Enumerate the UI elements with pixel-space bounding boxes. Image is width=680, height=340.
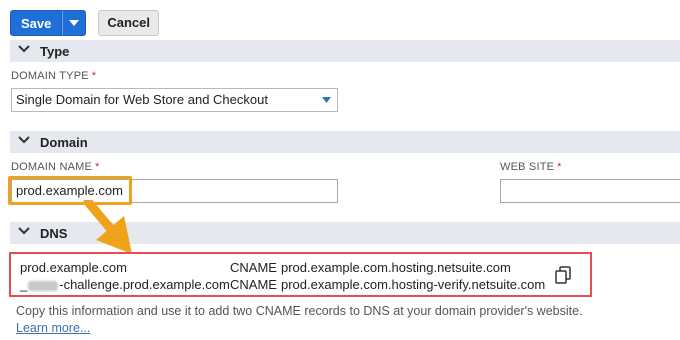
chevron-down-icon (18, 45, 30, 57)
copy-icon[interactable] (555, 266, 571, 284)
domain-type-select[interactable]: Single Domain for Web Store and Checkout (11, 88, 338, 112)
cancel-button[interactable]: Cancel (98, 10, 160, 36)
web-site-label: WEB SITE * (500, 161, 562, 173)
domain-name-label: DOMAIN NAME * (11, 161, 100, 173)
redacted-segment (28, 280, 59, 291)
learn-more-link[interactable]: Learn more... (16, 321, 90, 335)
section-title: Type (40, 43, 70, 59)
host-suffix: -challenge.prod.example.com (59, 277, 230, 292)
section-title: DNS (40, 225, 68, 241)
dns-info-text: Copy this information and use it to add … (16, 304, 583, 318)
dns-record-target: prod.example.com.hosting.netsuite.com (281, 260, 511, 275)
chevron-down-icon (18, 227, 30, 239)
web-site-input[interactable] (500, 179, 680, 203)
arrow-annotation-icon (83, 200, 132, 254)
chevron-down-icon (69, 20, 80, 26)
toolbar: Save Cancel (10, 10, 160, 36)
save-button[interactable]: Save (10, 10, 63, 36)
dns-record-host: _ -challenge.prod.example.com (20, 277, 230, 292)
save-options-button[interactable] (62, 10, 87, 36)
dns-record-type: CNAME (230, 260, 277, 275)
domain-type-value: Single Domain for Web Store and Checkout (16, 92, 268, 107)
dropdown-caret-icon (322, 97, 331, 103)
chevron-down-icon (18, 136, 30, 148)
dns-record-host: prod.example.com (20, 260, 127, 275)
dns-record-target: prod.example.com.hosting-verify.netsuite… (281, 277, 546, 292)
domain-type-label: DOMAIN TYPE * (11, 70, 97, 82)
section-header-type[interactable]: Type (10, 40, 680, 62)
section-header-domain[interactable]: Domain (10, 131, 680, 153)
section-title: Domain (40, 134, 88, 150)
dns-record-type: CNAME (230, 277, 277, 292)
host-prefix: _ (20, 277, 28, 292)
